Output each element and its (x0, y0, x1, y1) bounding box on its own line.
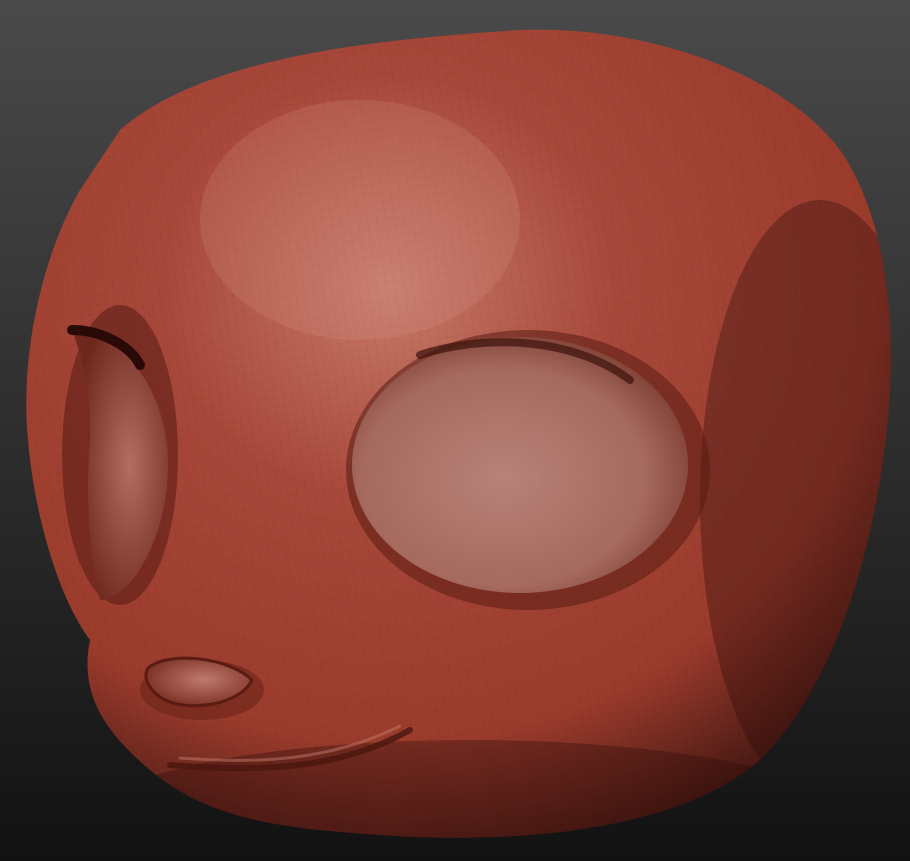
sculpt-canvas[interactable] (0, 0, 910, 861)
right-eye-socket[interactable] (346, 330, 710, 610)
sculpt-viewport[interactable] (0, 0, 910, 861)
left-eye-socket[interactable] (62, 305, 178, 605)
head-model[interactable] (0, 0, 910, 861)
